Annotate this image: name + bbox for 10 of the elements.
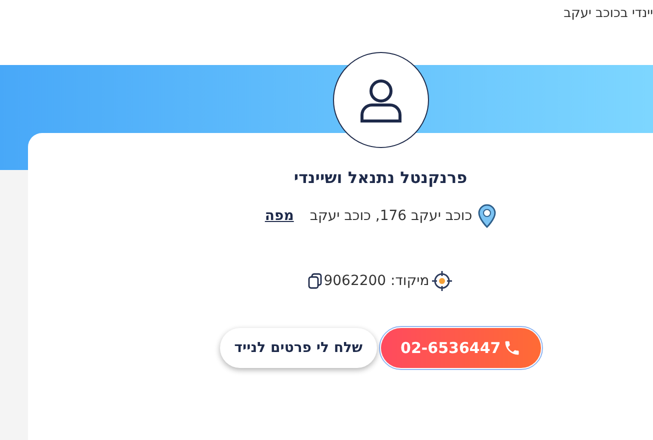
- target-icon: [431, 270, 454, 292]
- business-name: פרנקנטל נתנאל ושיינדי: [294, 167, 468, 189]
- copy-icon[interactable]: [308, 273, 322, 289]
- phone-icon: [502, 339, 521, 357]
- location-pin-icon: [478, 204, 496, 228]
- address-text: כוכב יעקב 176, כוכב יעקב: [310, 206, 472, 226]
- send-details-button[interactable]: שלח לי פרטים לנייד: [220, 328, 377, 368]
- map-link[interactable]: מפה: [264, 206, 294, 226]
- zip-code: מיקוד: 9062200: [324, 272, 430, 290]
- header-text: יינדי בכוכב יעקב: [564, 6, 653, 21]
